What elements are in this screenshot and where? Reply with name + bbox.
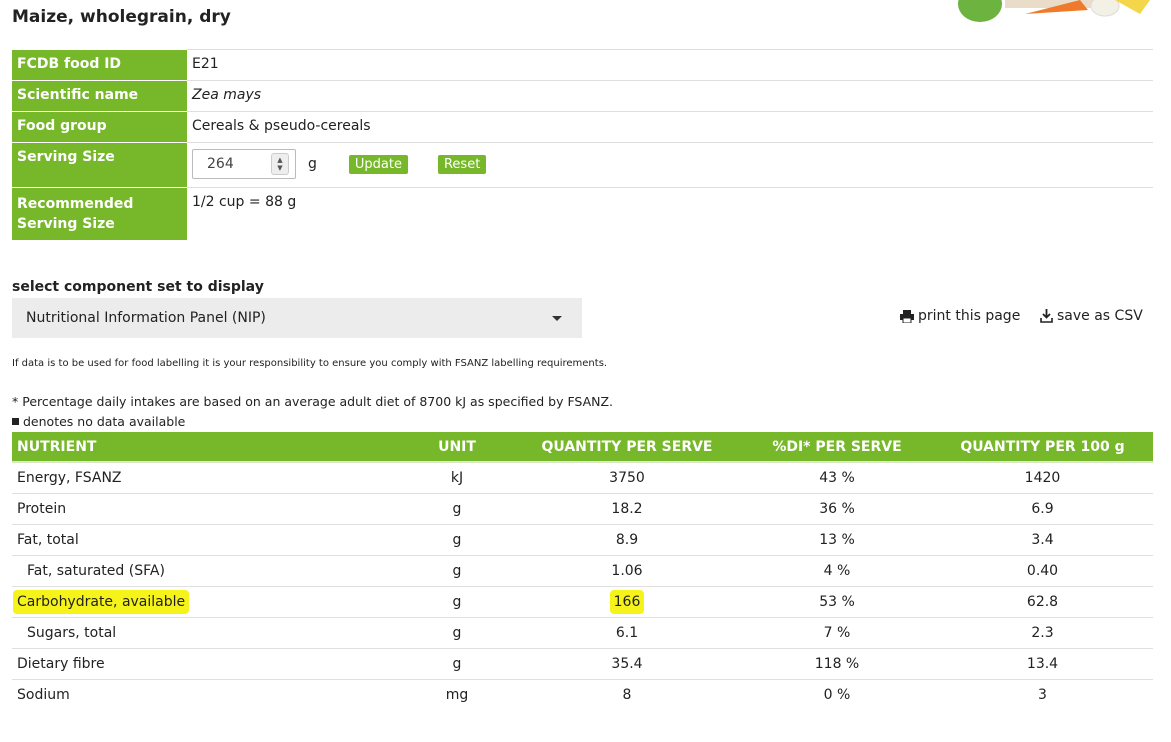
labelling-note: If data is to be used for food labelling… bbox=[12, 358, 608, 369]
quantity-per-100g: 3.4 bbox=[932, 524, 1153, 556]
quantity-per-serve: 18.2 bbox=[512, 493, 742, 525]
header-quantity-per-100g: QUANTITY PER 100 g bbox=[932, 432, 1153, 463]
scientific-name-value: Zea mays bbox=[192, 87, 262, 103]
quantity-per-100g: 6.9 bbox=[932, 493, 1153, 525]
di-per-serve: 7 % bbox=[742, 617, 932, 649]
nutrient-name-highlighted: Carbohydrate, available bbox=[13, 590, 190, 614]
quantity-per-serve: 3750 bbox=[512, 462, 742, 494]
quantity-per-100g: 3 bbox=[1038, 687, 1047, 703]
no-data-note: denotes no data available bbox=[12, 414, 185, 429]
download-icon bbox=[1040, 309, 1053, 323]
info-row-group: Food group Cereals & pseudo-cereals bbox=[12, 111, 1153, 143]
save-csv-label: save as CSV bbox=[1057, 308, 1143, 324]
food-id-value: E21 bbox=[187, 49, 1153, 81]
nutrient-table: NUTRIENT UNIT QUANTITY PER SERVE %DI* PE… bbox=[12, 432, 1153, 710]
recommended-serving-value: 1/2 cup = 88 g bbox=[187, 187, 1153, 240]
component-set-select[interactable]: Nutritional Information Panel (NIP) bbox=[12, 298, 582, 338]
table-row: Protein g 18.2 36 % 6.9 bbox=[12, 493, 1153, 525]
nutrient-unit: g bbox=[402, 648, 512, 680]
info-row-recommended: Recommended Serving Size 1/2 cup = 88 g bbox=[12, 187, 1153, 240]
update-button[interactable]: Update bbox=[348, 154, 408, 174]
spinner-icon[interactable]: ▲ ▼ bbox=[271, 153, 289, 175]
serving-unit: g bbox=[308, 156, 317, 172]
di-per-serve: 118 % bbox=[742, 648, 932, 680]
chevron-down-icon bbox=[552, 315, 562, 321]
nutrient-name: Dietary fibre bbox=[12, 648, 402, 680]
food-info-table: FCDB food ID E21 Scientific name Zea may… bbox=[12, 49, 1153, 240]
nutrient-name: Protein bbox=[12, 493, 402, 525]
table-row: Sugars, total g 6.1 7 % 2.3 bbox=[12, 617, 1153, 649]
serving-size-value: 264 bbox=[207, 156, 234, 172]
food-id-label: FCDB food ID bbox=[12, 49, 187, 81]
quantity-per-serve: 8.9 bbox=[512, 524, 742, 556]
component-set-label: select component set to display bbox=[12, 279, 264, 295]
page-title: Maize, wholegrain, dry bbox=[12, 7, 231, 27]
nutrient-name: Sodium bbox=[17, 687, 70, 703]
quantity-per-serve-highlighted: 166 bbox=[609, 590, 645, 614]
quantity-per-serve: 1.06 bbox=[512, 555, 742, 587]
table-row: Energy, FSANZ kJ 3750 43 % 1420 bbox=[12, 462, 1153, 494]
header-unit: UNIT bbox=[402, 432, 512, 463]
recommended-serving-label: Recommended Serving Size bbox=[12, 187, 187, 240]
info-row-id: FCDB food ID E21 bbox=[12, 49, 1153, 81]
table-row: Dietary fibre g 35.4 118 % 13.4 bbox=[12, 648, 1153, 680]
serving-size-input[interactable]: 264 ▲ ▼ bbox=[192, 149, 296, 179]
info-row-scientific: Scientific name Zea mays bbox=[12, 80, 1153, 112]
di-per-serve: 4 % bbox=[742, 555, 932, 587]
nutrient-unit: g bbox=[402, 524, 512, 556]
table-row: Sodium mg 8 0 % 3 bbox=[12, 680, 1153, 711]
quantity-per-serve: 8 bbox=[622, 687, 632, 703]
quantity-per-100g: 0.40 bbox=[932, 555, 1153, 587]
nutrient-name: Fat, total bbox=[12, 524, 402, 556]
nutrient-unit: g bbox=[402, 493, 512, 525]
serving-controls: 264 ▲ ▼ g Update Reset bbox=[192, 149, 1148, 179]
quantity-per-100g: 1420 bbox=[932, 462, 1153, 494]
nutrient-unit: g bbox=[402, 555, 512, 587]
quantity-per-serve: 6.1 bbox=[512, 617, 742, 649]
food-group-value: Cereals & pseudo-cereals bbox=[187, 111, 1153, 143]
table-row: Fat, total g 8.9 13 % 3.4 bbox=[12, 524, 1153, 556]
quantity-per-100g: 13.4 bbox=[932, 648, 1153, 680]
nutrient-table-header: NUTRIENT UNIT QUANTITY PER SERVE %DI* PE… bbox=[12, 432, 1153, 463]
table-row: Carbohydrate, available g 166 53 % 62.8 bbox=[12, 586, 1153, 618]
save-csv-link[interactable]: save as CSV bbox=[1040, 308, 1143, 324]
print-page-link[interactable]: print this page bbox=[900, 308, 1020, 324]
info-row-serving: Serving Size 264 ▲ ▼ g Update Reset bbox=[12, 142, 1153, 188]
di-per-serve: 36 % bbox=[742, 493, 932, 525]
reset-button[interactable]: Reset bbox=[437, 154, 487, 174]
table-row: Fat, saturated (SFA) g 1.06 4 % 0.40 bbox=[12, 555, 1153, 587]
di-per-serve: 0 % bbox=[823, 687, 851, 703]
recommended-label-line1: Recommended bbox=[17, 196, 134, 212]
food-illustration bbox=[958, 0, 1150, 22]
no-data-note-text: denotes no data available bbox=[23, 414, 186, 429]
header-nutrient: NUTRIENT bbox=[12, 432, 402, 463]
nutrient-unit: mg bbox=[445, 687, 469, 703]
di-per-serve: 53 % bbox=[742, 586, 932, 618]
header-quantity-per-serve: QUANTITY PER SERVE bbox=[512, 432, 742, 463]
nutrient-unit: kJ bbox=[402, 462, 512, 494]
nutrient-name: Fat, saturated (SFA) bbox=[12, 555, 402, 587]
nutrient-unit: g bbox=[402, 586, 512, 618]
serving-size-label: Serving Size bbox=[12, 142, 187, 188]
daily-intake-note: * Percentage daily intakes are based on … bbox=[12, 394, 614, 409]
recommended-label-line2: Serving Size bbox=[17, 216, 115, 232]
nutrient-unit: g bbox=[402, 617, 512, 649]
printer-icon bbox=[900, 309, 914, 323]
no-data-square-icon bbox=[12, 418, 19, 425]
print-page-label: print this page bbox=[918, 308, 1021, 324]
nutrient-name: Sugars, total bbox=[12, 617, 402, 649]
quantity-per-100g: 2.3 bbox=[932, 617, 1153, 649]
component-set-selected: Nutritional Information Panel (NIP) bbox=[26, 310, 266, 326]
scientific-name-label: Scientific name bbox=[12, 80, 187, 112]
nutrient-name: Energy, FSANZ bbox=[12, 462, 402, 494]
quantity-per-100g: 62.8 bbox=[932, 586, 1153, 618]
header-di-per-serve: %DI* PER SERVE bbox=[742, 432, 932, 463]
di-per-serve: 43 % bbox=[742, 462, 932, 494]
quantity-per-serve: 35.4 bbox=[512, 648, 742, 680]
di-per-serve: 13 % bbox=[742, 524, 932, 556]
food-group-label: Food group bbox=[12, 111, 187, 143]
